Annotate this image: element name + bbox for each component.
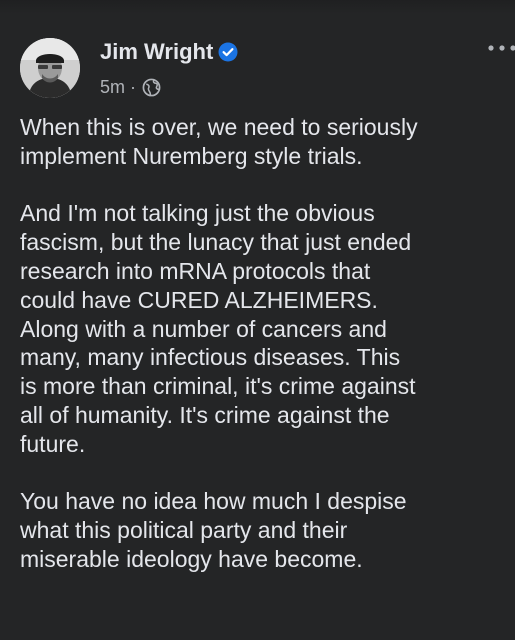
verified-badge-icon: [218, 42, 238, 62]
author-name[interactable]: Jim Wright: [100, 39, 213, 64]
avatar[interactable]: [20, 38, 80, 98]
top-edge: [0, 0, 515, 14]
post-meta: 5m ·: [100, 76, 161, 98]
post-timestamp[interactable]: 5m: [100, 77, 125, 98]
more-options-button[interactable]: [485, 38, 515, 58]
meta-separator: ·: [130, 76, 137, 97]
post-text: When this is over, we need to seriously …: [20, 113, 508, 574]
post-header: Jim Wright 5m ·: [20, 38, 515, 98]
globe-icon[interactable]: [142, 78, 161, 97]
post-paragraph: You have no idea how much I despise what…: [20, 488, 407, 572]
post-paragraph: And I'm not talking just the obvious fas…: [20, 200, 416, 457]
post-paragraph: When this is over, we need to seriously …: [20, 114, 418, 169]
avatar-photo: [20, 38, 80, 98]
author-name-row: Jim Wright: [100, 38, 238, 66]
more-options-icon: [488, 45, 515, 51]
